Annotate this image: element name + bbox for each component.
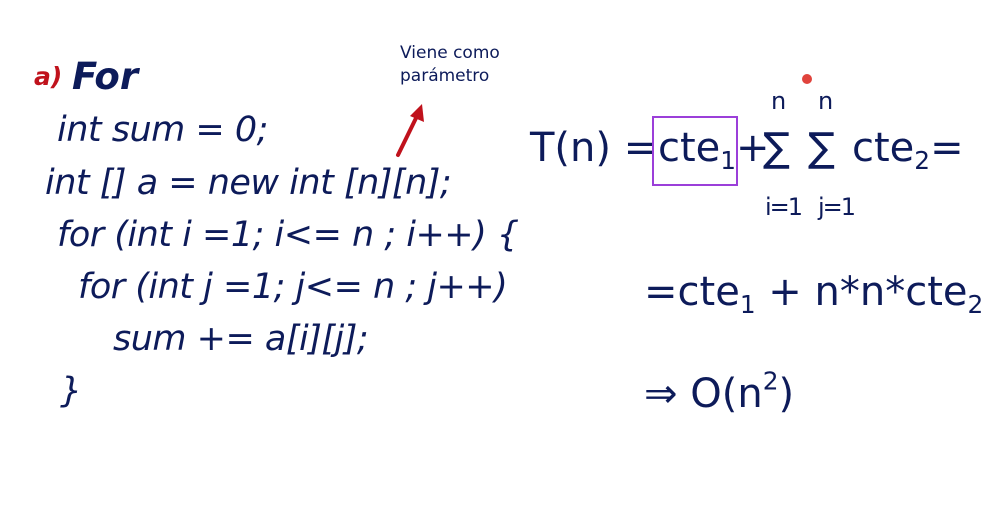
code-line-3: for (int i =1; i<= n ; i++) { (57, 215, 519, 255)
code-line-6: } (60, 371, 82, 411)
formula-lhs: T(n) = (530, 125, 658, 171)
annotation-line-1: Viene como (400, 43, 500, 63)
code-line-4: for (int j =1; j<= n ; j++) (78, 267, 508, 307)
boxed-term-text: cte1 (658, 125, 737, 175)
implies-icon: ⇒ (644, 371, 678, 417)
sum-upper-j: n (818, 87, 834, 115)
formula-step-3: ⇒ O(n2) (644, 366, 795, 417)
sum-lower-j: j=1 (818, 193, 856, 221)
formula-term2: cte2= (852, 125, 964, 175)
section-label: a) (34, 62, 63, 91)
section-title: For (72, 55, 139, 98)
code-line-2: int [] a = new int [n][n]; (45, 163, 452, 203)
formula-step-2: =cte1 + n*n*cte2 (644, 269, 984, 319)
code-line-5: sum += a[i][j]; (113, 319, 369, 359)
sum-symbol-j: ∑ (808, 125, 835, 171)
code-line-1: int sum = 0; (57, 110, 268, 150)
dot-marker (802, 74, 812, 84)
sum-symbol-i: ∑ (763, 125, 790, 171)
sum-lower-i: i=1 (765, 193, 803, 221)
sum-upper-i: n (771, 87, 787, 115)
arrow-icon (396, 104, 424, 157)
annotation-line-2: parámetro (400, 66, 490, 86)
